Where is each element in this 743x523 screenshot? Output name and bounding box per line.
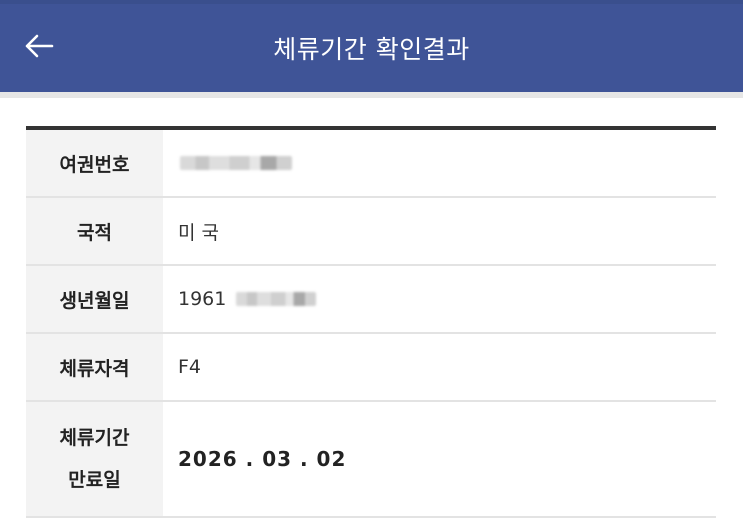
label-passport-number: 여권번호: [26, 130, 163, 196]
value-status: F4: [178, 356, 202, 378]
app-bar: 체류기간 확인결과: [0, 0, 743, 92]
redacted-passport-number: [180, 156, 292, 170]
label-status: 체류자격: [26, 334, 163, 400]
value-expiry-date: 2026 . 03 . 02: [178, 447, 347, 471]
header-shadow: [0, 92, 743, 98]
label-nationality: 국적: [26, 198, 163, 264]
value-passport-number: [163, 130, 716, 196]
label-expiry-line1: 체류기간: [59, 427, 130, 449]
info-table: 여권번호 국적 미 국 생년월일 1961 체류자격 F4 체류기간 만료일 2…: [26, 126, 716, 518]
row-expiry-date: 체류기간 만료일 2026 . 03 . 02: [26, 402, 716, 518]
row-nationality: 국적 미 국: [26, 198, 716, 266]
label-expiry-line2: 만료일: [68, 469, 121, 491]
row-passport-number: 여권번호: [26, 130, 716, 198]
value-nationality: 미 국: [178, 221, 219, 244]
row-birthdate: 생년월일 1961: [26, 266, 716, 334]
row-status: 체류자격 F4: [26, 334, 716, 402]
redacted-birthdate: [236, 292, 317, 306]
label-birthdate: 생년월일: [26, 266, 163, 332]
label-expiry-date: 체류기간 만료일: [26, 402, 163, 516]
value-birthdate: 1961: [163, 266, 716, 332]
birthdate-text: 1961: [178, 288, 227, 310]
page-title: 체류기간 확인결과: [273, 35, 470, 64]
